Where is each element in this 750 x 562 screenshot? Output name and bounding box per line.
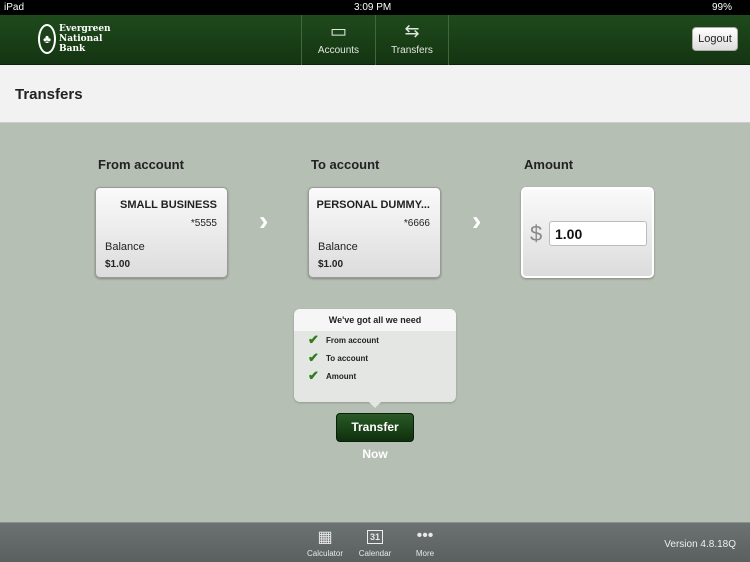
checklist-item: ✔ To account [294, 349, 456, 367]
transfer-arrows-icon: ⇆ [404, 21, 420, 41]
status-bar: iPad 3:09 PM 99% [0, 0, 750, 15]
balance-value: $1.00 [318, 259, 344, 270]
footer-toolbar: ▦ Calculator 31 Calendar ••• More Version 4… [0, 522, 750, 562]
battery-percent: 99% [711, 2, 732, 13]
currency-symbol: $ [530, 221, 543, 246]
to-account-card[interactable]: PERSONAL DUMMY... *6666 Balance $1.00 [308, 187, 441, 278]
nav-accounts[interactable]: ▭ Accounts [301, 15, 375, 65]
title-bar: Transfers [0, 65, 750, 123]
app-header: ♣ Evergreen National Bank ▭ Accounts ⇆ Trans… [0, 15, 750, 65]
calculator-icon: ▦ [317, 529, 333, 546]
logo-line: Evergreen [59, 24, 111, 34]
footer-label: More [415, 549, 435, 558]
checklist-item: ✔ From account [294, 331, 456, 349]
account-name: PERSONAL DUMMY... [316, 199, 430, 211]
amount-card: $ 1.00 [521, 187, 654, 278]
footer-label: Calculator [306, 549, 343, 558]
checklist-item: ✔ Amount [294, 367, 456, 385]
calendar-icon: 31 [350, 527, 400, 549]
chevron-right-icon: › [259, 205, 269, 236]
clock: 3:09 PM [354, 2, 392, 13]
logo-line: Bank [59, 44, 86, 54]
device-label: iPad [4, 2, 25, 13]
nav-label: Accounts [317, 45, 360, 56]
logout-button[interactable]: Logout [692, 27, 738, 51]
checklist-label: To account [326, 353, 369, 363]
amount-label: Amount [524, 157, 574, 172]
page-title: Transfers [15, 86, 83, 103]
from-account-card[interactable]: SMALL BUSINESS *5555 Balance $1.00 [95, 187, 228, 278]
checklist-title: We've got all we need [294, 309, 456, 331]
checklist-label: From account [326, 335, 379, 345]
bank-logo: ♣ Evergreen National Bank [38, 24, 111, 54]
credit-card-icon: ▭ [329, 21, 347, 41]
balance-value: $1.00 [105, 259, 131, 270]
transfer-now-button[interactable]: Transfer Now [336, 413, 414, 461]
logo-line: National [59, 34, 103, 44]
calendar-button[interactable]: 31 Calendar [350, 527, 400, 558]
balance-label: Balance [105, 241, 145, 253]
nav-transfers[interactable]: ⇆ Transfers [375, 15, 449, 65]
checklist-popover: We've got all we need ✔ From account ✔ To … [294, 309, 456, 408]
balance-label: Balance [318, 241, 358, 253]
more-dots-icon: ••• [416, 527, 434, 544]
account-number: *5555 [190, 218, 217, 229]
tree-seal-icon: ♣ [38, 24, 56, 54]
calculator-button[interactable]: ▦ Calculator [300, 527, 350, 558]
checkmark-icon: ✔ [308, 368, 319, 383]
checkmark-icon: ✔ [308, 350, 319, 365]
checkmark-icon: ✔ [308, 332, 319, 347]
from-account-label: From account [98, 157, 184, 172]
footer-label: Calendar [358, 549, 392, 558]
nav-label: Transfers [391, 45, 433, 56]
account-name: SMALL BUSINESS [120, 199, 217, 211]
amount-input[interactable]: 1.00 [549, 221, 647, 246]
chevron-right-icon: › [472, 205, 482, 236]
more-button[interactable]: ••• More [400, 527, 450, 558]
version-label: Version 4.8.18Q [664, 539, 736, 550]
calendar-day: 31 [366, 530, 383, 544]
account-number: *6666 [403, 218, 430, 229]
to-account-label: To account [311, 157, 380, 172]
checklist-label: Amount [326, 371, 357, 381]
